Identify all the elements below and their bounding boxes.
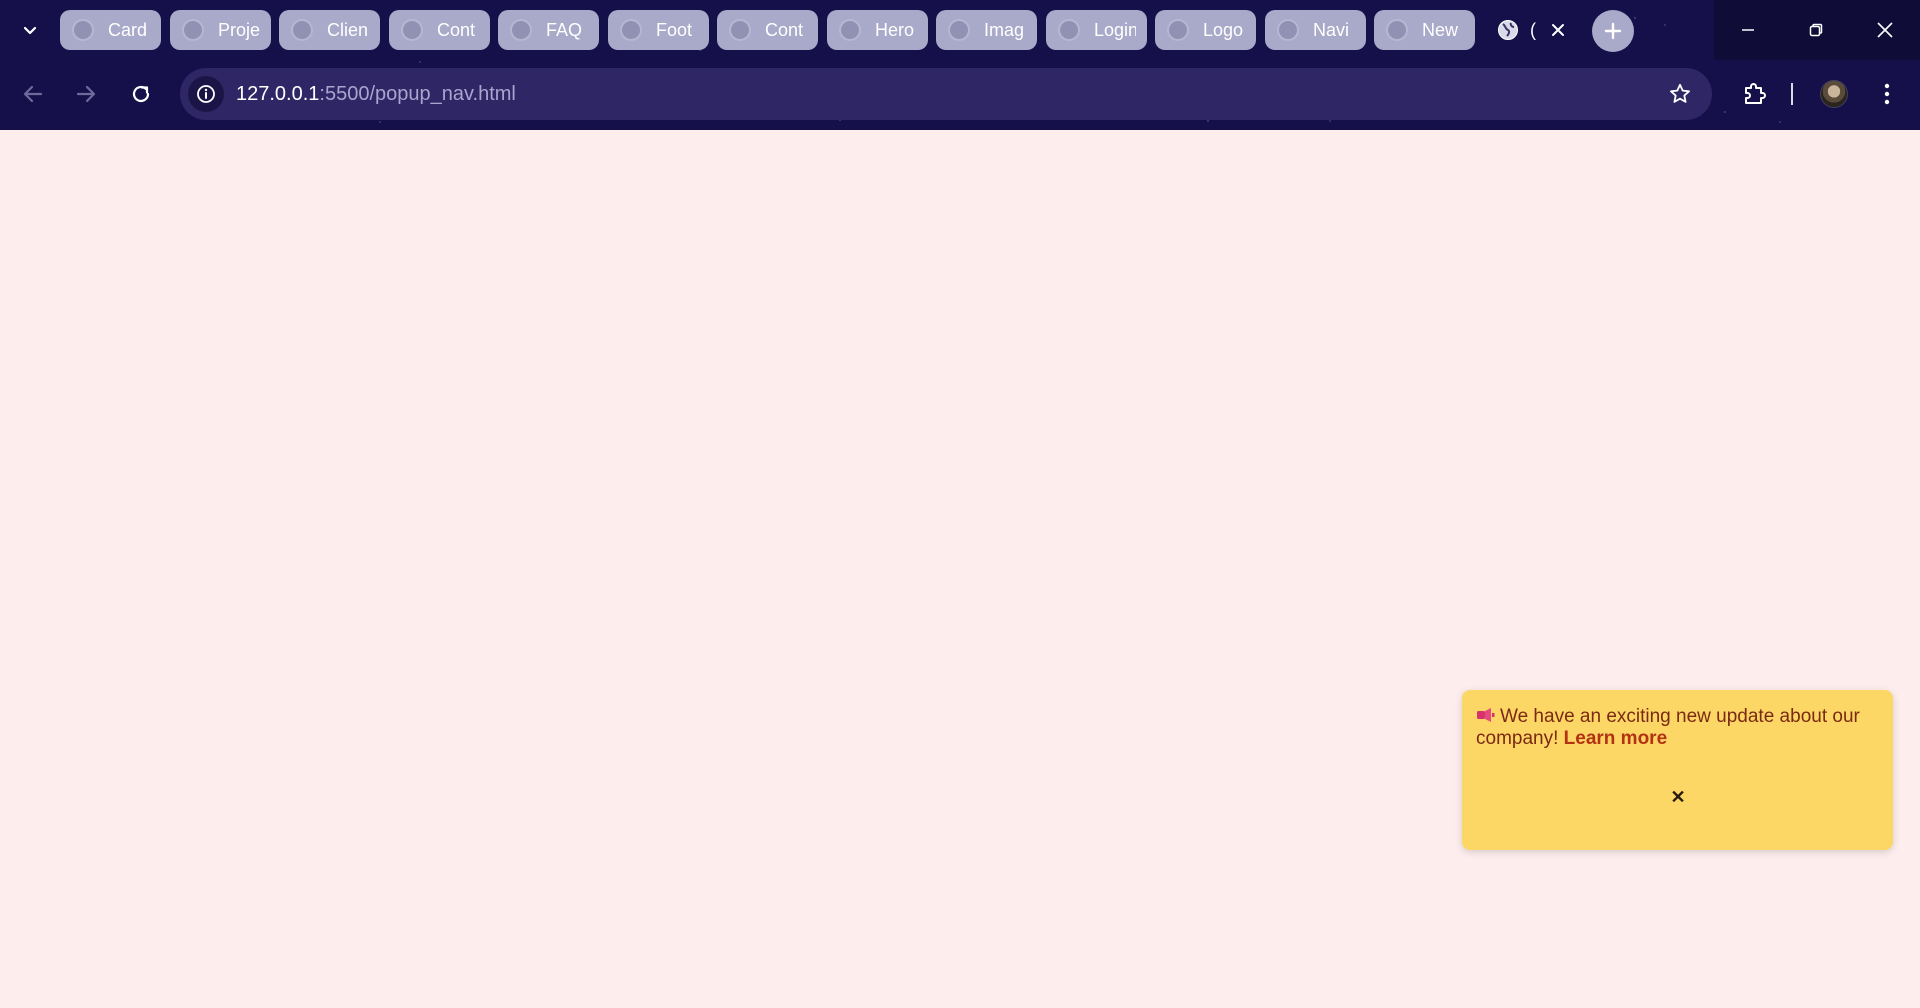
reload-icon [132, 85, 150, 103]
arrow-left-icon [23, 85, 43, 103]
browser-chrome: Card Proje Clien Cont FAQ Foot Cont Hero… [0, 0, 1920, 132]
favicon-icon [182, 19, 204, 41]
puzzle-icon [1745, 83, 1766, 104]
tab-contact[interactable]: Cont [389, 10, 490, 50]
update-popup: We have an exciting new update about our… [1462, 690, 1893, 850]
tab-label: Cont [437, 20, 476, 40]
tab-label: Imag [984, 20, 1025, 40]
arrow-right-icon [76, 85, 96, 103]
tab-search-dropdown[interactable] [16, 16, 44, 44]
new-tab-button[interactable] [1592, 10, 1634, 52]
favicon-icon [1386, 19, 1408, 41]
minimize-icon [1742, 29, 1754, 31]
restore-button[interactable] [1782, 0, 1850, 60]
close-tab-button[interactable] [1546, 18, 1570, 42]
info-icon [197, 85, 215, 103]
favicon-icon [729, 19, 751, 41]
tab-label: New [1422, 20, 1459, 40]
close-icon [1877, 22, 1893, 38]
tab-active[interactable]: ( [1486, 10, 1576, 50]
tab-logo[interactable]: Logo [1155, 10, 1256, 50]
forward-button[interactable] [66, 74, 106, 114]
tab-label: FAQ [546, 20, 583, 40]
favicon-icon [72, 19, 94, 41]
plus-icon [1604, 22, 1622, 40]
tab-faq[interactable]: FAQ [498, 10, 599, 50]
popup-text: We have an exciting new update about our… [1476, 706, 1860, 749]
close-window-button[interactable] [1851, 0, 1919, 60]
tab-image[interactable]: Imag [936, 10, 1037, 50]
tab-label: Logo [1203, 20, 1244, 40]
chevron-down-icon [23, 26, 37, 35]
tab-contact-2[interactable]: Cont [717, 10, 818, 50]
tab-footer[interactable]: Foot [608, 10, 709, 50]
favicon-icon [510, 19, 532, 41]
page-viewport [0, 130, 1920, 1008]
back-button[interactable] [13, 74, 53, 114]
learn-more-link[interactable]: Learn more [1564, 728, 1667, 749]
tab-navigation[interactable]: Navi [1265, 10, 1366, 50]
favicon-icon [948, 19, 970, 41]
tab-label: Proje [218, 20, 260, 40]
tab-label: Login [1094, 20, 1136, 40]
toolbar-divider [1791, 83, 1793, 105]
tab-label: Cont [765, 20, 804, 40]
url-path: :5500/popup_nav.html [319, 83, 516, 105]
tab-strip: Card Proje Clien Cont FAQ Foot Cont Hero… [0, 0, 1715, 60]
kebab-menu-icon [1884, 83, 1890, 105]
globe-icon [1498, 20, 1518, 40]
tab-label: Hero [875, 20, 915, 40]
tab-card[interactable]: Card [60, 10, 161, 50]
profile-avatar[interactable] [1820, 80, 1848, 108]
site-info-button[interactable] [188, 76, 224, 112]
favicon-icon [620, 19, 642, 41]
tab-label: Card [108, 20, 148, 40]
url-host: 127.0.0.1 [236, 83, 320, 105]
tab-hero[interactable]: Hero [827, 10, 928, 50]
browser-menu-button[interactable] [1871, 78, 1903, 110]
close-icon [1552, 24, 1564, 36]
megaphone-icon [1477, 708, 1495, 722]
browser-toolbar: 127.0.0.1:5500/popup_nav.html [0, 66, 1920, 124]
favicon-icon [1058, 19, 1080, 41]
address-bar[interactable]: 127.0.0.1:5500/popup_nav.html [180, 68, 1712, 120]
favicon-icon [1277, 19, 1299, 41]
url-text[interactable]: 127.0.0.1:5500/popup_nav.html [236, 82, 516, 106]
extensions-button[interactable] [1735, 74, 1775, 114]
tab-projects[interactable]: Proje [170, 10, 271, 50]
tab-login[interactable]: Login [1046, 10, 1147, 50]
bookmark-button[interactable] [1666, 80, 1694, 108]
favicon-icon [839, 19, 861, 41]
tab-clients[interactable]: Clien [279, 10, 380, 50]
favicon-icon [1167, 19, 1189, 41]
popup-close-button[interactable]: ✕ [1667, 786, 1689, 808]
tab-label: Navi [1313, 20, 1350, 40]
tab-label: Clien [327, 20, 369, 40]
tab-label: Foot [656, 20, 693, 40]
favicon-icon [291, 19, 313, 41]
star-icon [1670, 83, 1690, 103]
minimize-button[interactable] [1714, 0, 1782, 60]
tab-new[interactable]: New [1374, 10, 1475, 50]
popup-message: We have an exciting new update about our… [1476, 706, 1876, 750]
restore-icon [1809, 23, 1823, 37]
reload-button[interactable] [121, 74, 161, 114]
tab-label: ( [1530, 20, 1536, 40]
window-controls [1714, 0, 1920, 60]
favicon-icon [401, 19, 423, 41]
